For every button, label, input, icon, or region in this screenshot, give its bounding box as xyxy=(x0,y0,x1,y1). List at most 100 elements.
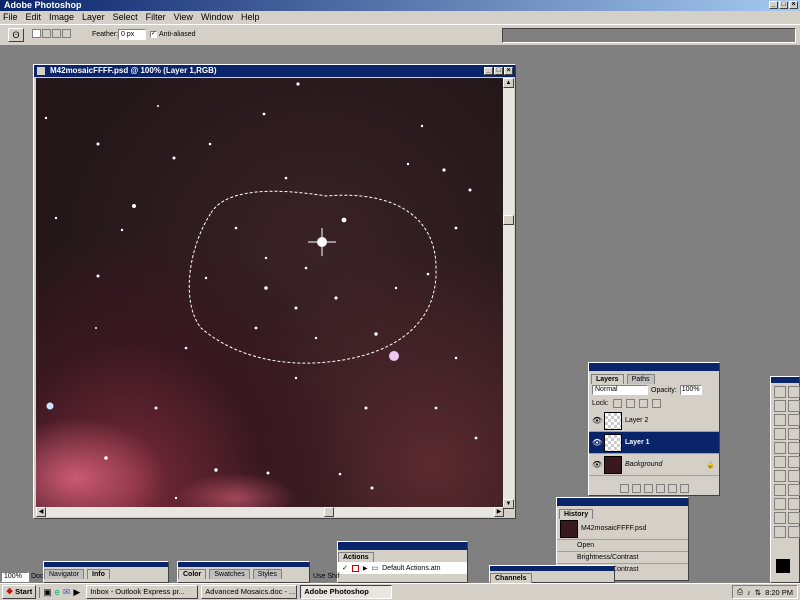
foreground-color-swatch[interactable] xyxy=(776,559,790,573)
opacity-input[interactable]: 100% xyxy=(679,385,702,395)
doc-maximize-button[interactable]: □ xyxy=(494,67,503,75)
notes-tool-icon[interactable] xyxy=(774,512,786,524)
layer-row[interactable]: 👁 Layer 2 xyxy=(589,410,719,432)
magic-wand-tool-icon[interactable] xyxy=(788,400,800,412)
lasso-selection[interactable] xyxy=(188,190,437,364)
layer-row[interactable]: 👁 Background 🔒 xyxy=(589,454,719,476)
menu-view[interactable]: View xyxy=(174,11,193,24)
trash-icon[interactable] xyxy=(679,483,689,493)
checkmark-icon[interactable]: ✓ xyxy=(342,564,348,572)
tab-actions[interactable]: Actions xyxy=(338,552,374,562)
menu-layer[interactable]: Layer xyxy=(82,11,105,24)
layers-panel-titlebar[interactable] xyxy=(589,363,719,371)
tab-info[interactable]: Info xyxy=(87,569,110,579)
stamp-tool-icon[interactable] xyxy=(774,442,786,454)
path-select-tool-icon[interactable] xyxy=(774,484,786,496)
expand-arrow-icon[interactable]: ▶ xyxy=(363,565,368,572)
vertical-scrollbar[interactable]: ▲ ▼ xyxy=(503,78,514,509)
task-photoshop[interactable]: Adobe Photoshop xyxy=(300,585,393,599)
printer-icon[interactable]: ⎙ xyxy=(737,587,743,597)
lasso-tool-icon[interactable]: ʘ xyxy=(8,28,24,42)
actions-panel-titlebar[interactable] xyxy=(338,542,467,550)
add-selection-icon[interactable] xyxy=(42,29,51,38)
media-icon[interactable]: ▶ xyxy=(73,587,80,598)
layer-mask-icon[interactable] xyxy=(631,483,641,493)
action-set-name[interactable]: Default Actions.atn xyxy=(382,565,440,572)
outlook-icon[interactable]: ✉ xyxy=(63,587,71,598)
network-icon[interactable]: ⇅ xyxy=(755,588,761,597)
lasso-tool-icon[interactable] xyxy=(774,400,786,412)
menu-filter[interactable]: Filter xyxy=(146,11,166,24)
lock-position-icon[interactable] xyxy=(638,399,648,408)
feather-input[interactable]: 0 px xyxy=(118,29,146,40)
pencil-tool-icon[interactable] xyxy=(788,428,800,440)
lock-image-icon[interactable] xyxy=(625,399,635,408)
task-outlook[interactable]: Inbox - Outlook Express pr... xyxy=(86,585,199,599)
task-word[interactable]: Advanced Mosaics.doc - ... xyxy=(201,585,298,599)
marquee-tool-icon[interactable] xyxy=(774,386,786,398)
zoom-field[interactable]: 100% xyxy=(1,572,29,582)
eraser-tool-icon[interactable] xyxy=(774,456,786,468)
history-brush-tool-icon[interactable] xyxy=(788,442,800,454)
clock[interactable]: 8:20 PM xyxy=(765,588,793,597)
tab-styles[interactable]: Styles xyxy=(252,569,282,579)
minimize-button[interactable]: _ xyxy=(769,1,778,9)
hand-tool-icon[interactable] xyxy=(774,526,786,538)
vertical-scroll-thumb[interactable] xyxy=(503,215,514,225)
scroll-down-arrow-icon[interactable]: ▼ xyxy=(503,499,514,509)
scroll-right-arrow-icon[interactable]: ▶ xyxy=(494,507,504,517)
adjustment-layer-icon[interactable] xyxy=(655,483,665,493)
eye-icon[interactable]: 👁 xyxy=(592,460,602,469)
start-button[interactable]: ❖ Start xyxy=(2,585,37,599)
scroll-left-arrow-icon[interactable]: ◀ xyxy=(36,507,46,517)
type-tool-icon[interactable] xyxy=(788,484,800,496)
channels-panel-titlebar[interactable] xyxy=(490,566,614,571)
menu-select[interactable]: Select xyxy=(113,11,138,24)
palette-well[interactable] xyxy=(502,28,796,43)
menu-file[interactable]: File xyxy=(3,11,18,24)
menu-edit[interactable]: Edit xyxy=(26,11,42,24)
volume-icon[interactable]: ♪ xyxy=(747,588,751,597)
new-selection-icon[interactable] xyxy=(32,29,41,38)
brush-tool-icon[interactable] xyxy=(774,428,786,440)
eyedropper-tool-icon[interactable] xyxy=(788,512,800,524)
tab-navigator[interactable]: Navigator xyxy=(44,569,84,579)
scroll-up-arrow-icon[interactable]: ▲ xyxy=(503,78,514,88)
lock-all-icon[interactable] xyxy=(651,399,661,408)
horizontal-scrollbar[interactable]: ◀ ▶ xyxy=(36,507,504,517)
navigator-panel-titlebar[interactable] xyxy=(44,562,168,567)
tab-color[interactable]: Color xyxy=(178,569,207,579)
doc-minimize-button[interactable]: _ xyxy=(484,67,493,75)
tab-paths[interactable]: Paths xyxy=(626,374,655,384)
history-item[interactable]: Brightness/Contrast xyxy=(557,552,688,564)
image-canvas[interactable] xyxy=(36,78,504,509)
new-set-icon[interactable] xyxy=(643,483,653,493)
lock-transparency-icon[interactable] xyxy=(612,399,622,408)
gradient-tool-icon[interactable] xyxy=(788,456,800,468)
slice-tool-icon[interactable] xyxy=(788,414,800,426)
intersect-selection-icon[interactable] xyxy=(62,29,71,38)
blend-mode-select[interactable]: Normal xyxy=(592,385,648,395)
tab-layers[interactable]: Layers xyxy=(591,374,624,384)
dialog-toggle-icon[interactable] xyxy=(351,564,359,572)
doc-close-button[interactable]: × xyxy=(504,67,513,75)
tab-history[interactable]: History xyxy=(559,509,594,519)
desktop-icon[interactable]: ▣ xyxy=(43,587,52,598)
dodge-tool-icon[interactable] xyxy=(788,470,800,482)
zoom-tool-icon[interactable] xyxy=(788,526,800,538)
tab-channels[interactable]: Channels xyxy=(490,573,532,583)
close-button[interactable]: × xyxy=(789,1,798,9)
history-snapshot[interactable]: M42mosaicFFFF.psd xyxy=(581,525,646,532)
new-layer-icon[interactable] xyxy=(667,483,677,493)
eye-icon[interactable]: 👁 xyxy=(592,416,602,425)
pen-tool-icon[interactable] xyxy=(774,498,786,510)
history-item[interactable]: Open xyxy=(557,540,688,552)
subtract-selection-icon[interactable] xyxy=(52,29,61,38)
tab-swatches[interactable]: Swatches xyxy=(209,569,250,579)
history-panel-titlebar[interactable] xyxy=(557,498,688,506)
menu-help[interactable]: Help xyxy=(241,11,260,24)
shape-tool-icon[interactable] xyxy=(788,498,800,510)
horizontal-scroll-thumb[interactable] xyxy=(324,507,334,517)
menu-image[interactable]: Image xyxy=(49,11,74,24)
maximize-button[interactable]: □ xyxy=(779,1,788,9)
